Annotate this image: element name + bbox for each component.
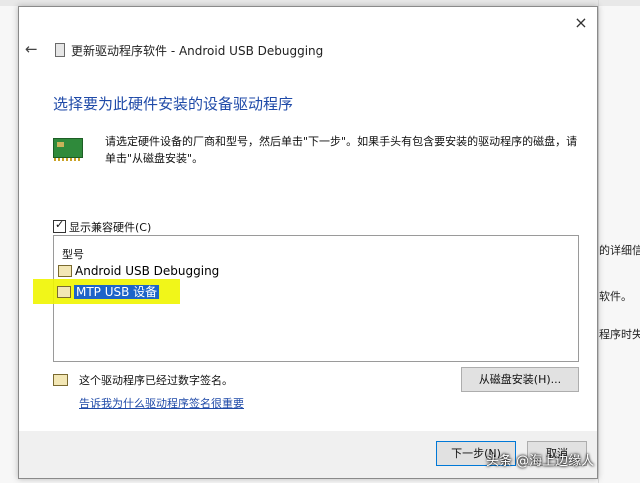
list-item[interactable]: Android USB Debugging (58, 262, 219, 280)
list-item-selected[interactable]: MTP USB 设备 (57, 283, 160, 301)
signed-driver-icon (53, 374, 68, 386)
hardware-card-icon (53, 138, 83, 161)
background-text: 的详细信息 (599, 244, 640, 257)
signature-status: 这个驱动程序已经过数字签名。 (79, 374, 233, 387)
have-disk-button[interactable]: 从磁盘安装(H)... (461, 367, 579, 392)
back-arrow-icon[interactable]: ← (25, 41, 41, 57)
update-driver-dialog: × ← 更新驱动程序软件 - Android USB Debugging 选择要… (18, 6, 598, 479)
watermark-text: 头条 @海上边缘人 (486, 454, 595, 469)
page-heading: 选择要为此硬件安装的设备驱动程序 (53, 95, 294, 113)
list-header: 型号 (62, 248, 84, 261)
driver-icon (58, 264, 72, 277)
signature-info-link[interactable]: 告诉我为什么驱动程序签名很重要 (79, 395, 244, 411)
list-item-label: MTP USB 设备 (74, 285, 160, 299)
close-button[interactable]: × (571, 13, 591, 33)
show-compatible-checkbox[interactable] (53, 218, 66, 233)
show-compatible-label[interactable]: 显示兼容硬件(C) (69, 219, 151, 235)
list-item-label: Android USB Debugging (75, 264, 220, 278)
instruction-text: 请选定硬件设备的厂商和型号，然后单击"下一步"。如果手头有包含要安装的驱动程序的… (105, 135, 578, 165)
driver-icon (57, 285, 71, 298)
background-text: 软件。 (599, 290, 632, 303)
dialog-title: 更新驱动程序软件 - Android USB Debugging (71, 44, 324, 58)
background-text: 程序时失败 (599, 328, 640, 341)
device-icon (55, 43, 65, 57)
